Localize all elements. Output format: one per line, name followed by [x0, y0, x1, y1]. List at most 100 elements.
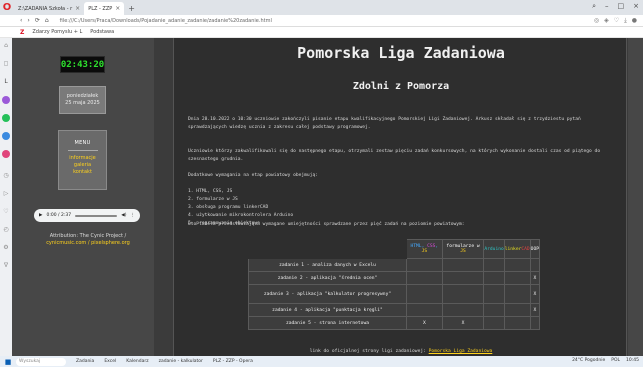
task-cell: zadanie 4 - aplikacja "punktacja kręgli"	[248, 303, 407, 317]
heart-icon[interactable]: ♡	[2, 208, 10, 216]
pin-icon[interactable]: ∇	[2, 262, 10, 270]
taskbar-app[interactable]: zadanie - kalkulator	[159, 359, 203, 364]
new-tab-button[interactable]: +	[124, 2, 139, 15]
settings-icon[interactable]: ⚙	[2, 244, 10, 252]
header-forms-js: JS	[460, 249, 466, 254]
more-options-icon[interactable]: ⋮	[131, 213, 136, 218]
play-icon[interactable]: ▶	[39, 213, 42, 218]
profile-icon[interactable]: ●	[632, 17, 637, 25]
date-weekday: poniedziałek	[66, 93, 99, 99]
mark-cell	[483, 316, 505, 330]
list-item: 4. użytkowanie mikrokontrolera Arduino	[188, 213, 294, 218]
header-css: CSS	[427, 244, 436, 249]
attribution: Attribution: The Cynic Project / cynicmu…	[32, 233, 144, 247]
search-icon[interactable]: ⌕	[592, 2, 596, 11]
mark-cell	[406, 303, 443, 317]
clock-icon[interactable]: ◴	[2, 226, 10, 234]
paragraph-requirements: Dodatkowe wymagania na etap powiatowy ob…	[188, 173, 318, 178]
task-cell: zadanie 2 - aplikacja "średnia ocen"	[248, 271, 407, 285]
taskbar-search[interactable]: Wyszukaj	[16, 357, 66, 366]
mark-cell	[503, 271, 531, 285]
messenger-icon[interactable]	[2, 96, 10, 104]
download-icon[interactable]: ⤓	[624, 17, 627, 25]
tab-inactive[interactable]: Z:\ZADANIA Szkoła - r ×	[14, 2, 84, 15]
mark-cell	[441, 258, 485, 272]
taskbar-app[interactable]: Excel	[104, 359, 116, 364]
back-icon[interactable]: ‹	[20, 17, 22, 24]
paragraph-stage: Uczniowie którzy zakwalifikowali się do …	[188, 149, 601, 162]
whatsapp-icon[interactable]	[2, 114, 10, 122]
shield-icon[interactable]: ◈	[604, 17, 609, 25]
bookmarks-bar: Z Zdarzy Pomyslu + L Podstawa	[0, 27, 643, 38]
tab-active[interactable]: PLZ - ZZP ×	[84, 2, 125, 15]
list-item: 1. HTML, CSS, JS	[188, 189, 233, 194]
home-icon[interactable]: ⌂	[2, 42, 10, 50]
audio-progress-bar[interactable]	[75, 214, 118, 217]
taskbar-app[interactable]: Zadania	[76, 359, 94, 364]
header-html-css-js: HTML, CSS, JS	[406, 239, 443, 259]
header-cad: CAD	[521, 246, 530, 252]
mark-cell	[406, 258, 443, 272]
menu-item-kontakt[interactable]: kontakt	[59, 169, 106, 176]
aria-icon[interactable]: L	[2, 78, 10, 86]
bag-icon[interactable]: ◻	[2, 60, 10, 68]
attribution-link[interactable]: cynicmusic.com / pixelsphere.org	[32, 240, 144, 247]
telegram-icon[interactable]	[2, 132, 10, 140]
volume-icon[interactable]: ◀)	[121, 213, 126, 218]
bookmark-icon: Z	[20, 28, 25, 36]
bookmark-item[interactable]: Podstawa	[90, 29, 114, 35]
footer-link[interactable]: Pomorska Liga Zadaniowa	[429, 349, 493, 354]
menu-item-informacje[interactable]: informacje	[59, 155, 106, 162]
weather[interactable]: 24°C Pogodnie	[572, 358, 605, 363]
reload-icon[interactable]: ⟳	[35, 17, 40, 24]
menu-divider	[67, 150, 98, 151]
clock[interactable]: 10:45	[626, 358, 639, 363]
close-window-icon[interactable]: ×	[633, 2, 639, 11]
maximize-icon[interactable]: □	[618, 2, 625, 11]
table-header-row: HTML, CSS, JS formularze w JS Arduino li…	[248, 239, 541, 259]
opera-logo-icon[interactable]: O	[0, 0, 14, 15]
task-cell: zadanie 1 - analiza danych w Excelu	[248, 258, 407, 272]
mark-cell	[529, 258, 541, 272]
mark-cell	[529, 316, 541, 330]
mark-cell	[406, 284, 443, 304]
snapshot-icon[interactable]: ◎	[594, 17, 599, 25]
instagram-icon[interactable]	[2, 150, 10, 158]
menu-item-galeria[interactable]: galeria	[59, 162, 106, 169]
date-full: 25 maja 2025	[65, 100, 100, 106]
mark-cell	[503, 284, 531, 304]
minimize-icon[interactable]: –	[605, 2, 609, 11]
url-field[interactable]: file:///C:/Users/Praca/Downloads/Pojadan…	[60, 18, 272, 24]
address-bar: ‹ › ⟳ ⌂ file:///C:/Users/Praca/Downloads…	[0, 15, 643, 27]
bookmark-item[interactable]: Zdarzy Pomyslu + L	[32, 29, 82, 35]
player-icon[interactable]: ▷	[2, 190, 10, 198]
table-row: zadanie 2 - aplikacja "średnia ocen" X	[248, 271, 541, 285]
history-icon[interactable]: ◷	[2, 172, 10, 180]
taskbar-app[interactable]: PLZ - ZZP - Opera	[213, 359, 253, 364]
mark-cell	[503, 303, 531, 317]
mark-cell	[483, 284, 505, 304]
close-icon[interactable]: ×	[75, 5, 80, 12]
taskbar-app[interactable]: Kalendarz	[126, 359, 148, 364]
mark-cell: X	[529, 271, 541, 285]
heart-icon[interactable]: ♡	[614, 17, 619, 25]
page-subtitle: Zdolni z Pomorza	[352, 81, 450, 92]
page: 02:43:20 poniedziałek 25 maja 2025 MENU …	[12, 38, 643, 356]
forward-icon[interactable]: ›	[27, 17, 29, 24]
close-icon[interactable]: ×	[115, 5, 120, 12]
home-icon[interactable]: ⌂	[45, 17, 49, 24]
audio-player: ▶ 0:00 / 2:37 ◀) ⋮	[34, 209, 140, 222]
mark-cell	[441, 303, 485, 317]
footer-text: link do oficjalnej strony ligi zadaniowe…	[309, 349, 426, 354]
mark-cell: X	[441, 316, 485, 330]
language[interactable]: POL	[611, 358, 620, 363]
taskbar: ■ Wyszukaj Zadania Excel Kalendarz zadan…	[0, 356, 643, 367]
table-row: zadanie 4 - aplikacja "punktacja kręgli"…	[248, 303, 541, 317]
mark-cell	[483, 303, 505, 317]
skills-table: HTML, CSS, JS formularze w JS Arduino li…	[248, 239, 541, 330]
start-icon[interactable]: ■	[0, 358, 16, 366]
header-forms: formularze w JS	[441, 239, 485, 259]
footer-line: link do oficjalnej strony ligi zadaniowe…	[174, 349, 628, 354]
system-tray: 24°C Pogodnie POL 10:45	[572, 358, 639, 363]
mark-cell: X	[529, 284, 541, 304]
